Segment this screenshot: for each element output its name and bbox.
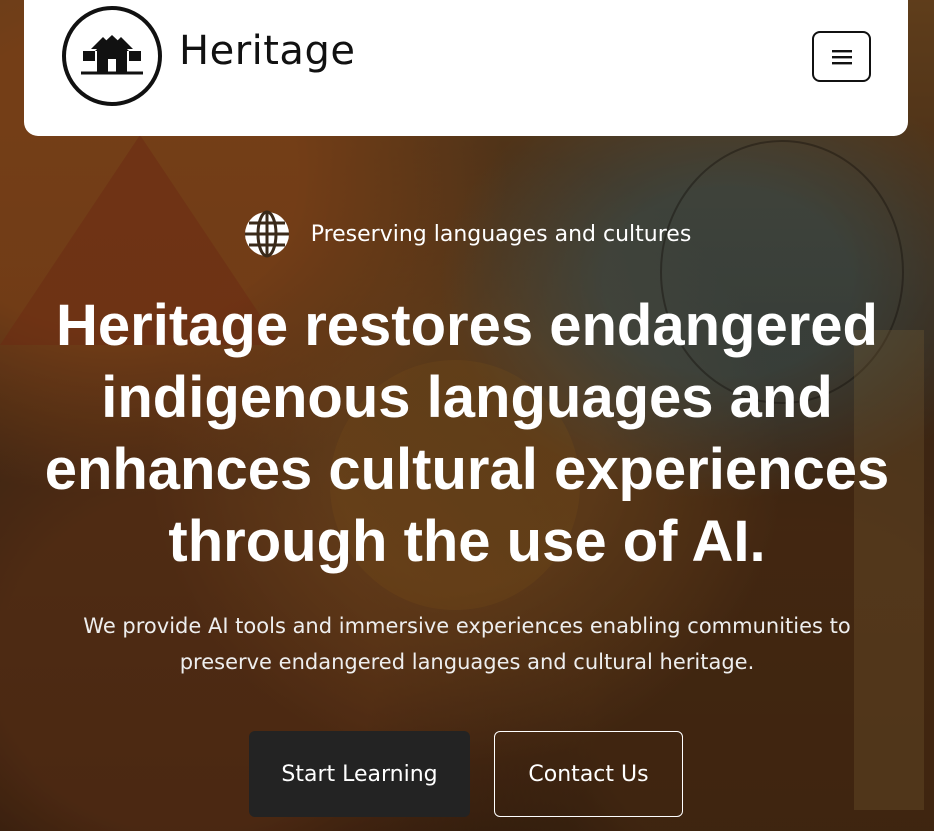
hero-subtitle: We provide AI tools and immersive experi… <box>83 614 851 674</box>
tagline: Preserving languages and cultures <box>0 210 934 258</box>
globe-icon <box>244 210 289 258</box>
brand-name[interactable]: Heritage <box>179 28 355 74</box>
start-learning-button[interactable]: Start Learning <box>249 731 470 817</box>
contact-us-button[interactable]: Contact Us <box>494 731 683 817</box>
hero-headline: Heritage restores endangered indigenous … <box>44 293 890 574</box>
navbar: Heritage <box>24 0 908 136</box>
hut-logo-icon <box>81 35 143 75</box>
menu-button[interactable] <box>812 31 871 82</box>
tagline-text: Preserving languages and cultures <box>310 221 692 247</box>
logo[interactable] <box>62 6 162 106</box>
hamburger-menu-icon <box>831 49 852 64</box>
